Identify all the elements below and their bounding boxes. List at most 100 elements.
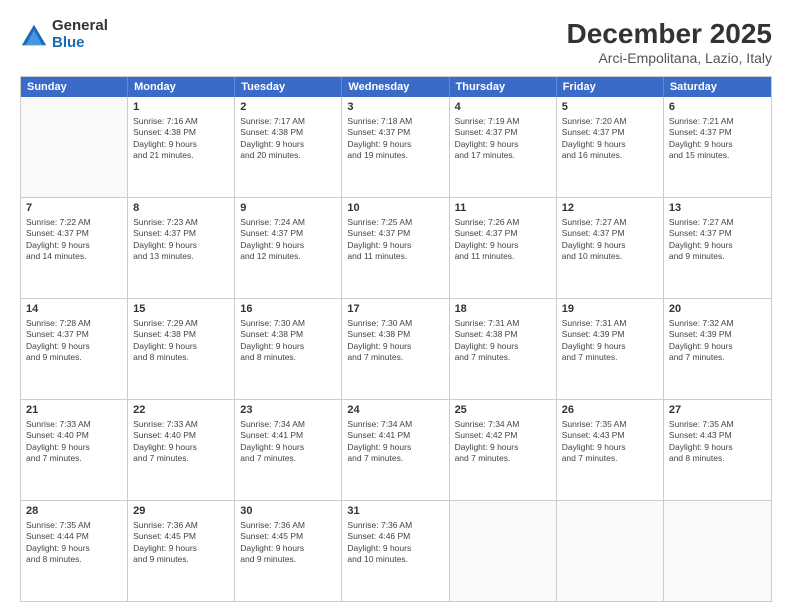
cell-info: Sunrise: 7:27 AM Sunset: 4:37 PM Dayligh… — [562, 217, 658, 263]
cell-info: Sunrise: 7:35 AM Sunset: 4:43 PM Dayligh… — [669, 419, 766, 465]
cell-info: Sunrise: 7:24 AM Sunset: 4:37 PM Dayligh… — [240, 217, 336, 263]
day-number: 2 — [240, 100, 336, 115]
day-number: 15 — [133, 302, 229, 317]
calendar-cell: 2Sunrise: 7:17 AM Sunset: 4:38 PM Daylig… — [235, 97, 342, 197]
day-number: 26 — [562, 403, 658, 418]
calendar-row: 1Sunrise: 7:16 AM Sunset: 4:38 PM Daylig… — [21, 97, 771, 198]
day-number: 10 — [347, 201, 443, 216]
day-number: 12 — [562, 201, 658, 216]
cell-info: Sunrise: 7:21 AM Sunset: 4:37 PM Dayligh… — [669, 116, 766, 162]
day-number: 19 — [562, 302, 658, 317]
calendar-cell: 28Sunrise: 7:35 AM Sunset: 4:44 PM Dayli… — [21, 501, 128, 601]
cell-info: Sunrise: 7:27 AM Sunset: 4:37 PM Dayligh… — [669, 217, 766, 263]
cell-info: Sunrise: 7:36 AM Sunset: 4:45 PM Dayligh… — [133, 520, 229, 566]
day-number: 4 — [455, 100, 551, 115]
day-number: 8 — [133, 201, 229, 216]
logo-text: General Blue — [52, 18, 108, 51]
cell-info: Sunrise: 7:33 AM Sunset: 4:40 PM Dayligh… — [133, 419, 229, 465]
calendar-cell: 20Sunrise: 7:32 AM Sunset: 4:39 PM Dayli… — [664, 299, 771, 399]
logo-icon — [20, 21, 48, 49]
calendar-cell: 9Sunrise: 7:24 AM Sunset: 4:37 PM Daylig… — [235, 198, 342, 298]
calendar-cell: 15Sunrise: 7:29 AM Sunset: 4:38 PM Dayli… — [128, 299, 235, 399]
calendar-cell: 11Sunrise: 7:26 AM Sunset: 4:37 PM Dayli… — [450, 198, 557, 298]
calendar-cell: 31Sunrise: 7:36 AM Sunset: 4:46 PM Dayli… — [342, 501, 449, 601]
cell-info: Sunrise: 7:26 AM Sunset: 4:37 PM Dayligh… — [455, 217, 551, 263]
logo-general: General — [52, 18, 108, 35]
calendar-cell: 25Sunrise: 7:34 AM Sunset: 4:42 PM Dayli… — [450, 400, 557, 500]
cell-info: Sunrise: 7:16 AM Sunset: 4:38 PM Dayligh… — [133, 116, 229, 162]
cell-info: Sunrise: 7:35 AM Sunset: 4:44 PM Dayligh… — [26, 520, 122, 566]
calendar-cell: 18Sunrise: 7:31 AM Sunset: 4:38 PM Dayli… — [450, 299, 557, 399]
cell-info: Sunrise: 7:36 AM Sunset: 4:46 PM Dayligh… — [347, 520, 443, 566]
calendar-body: 1Sunrise: 7:16 AM Sunset: 4:38 PM Daylig… — [21, 97, 771, 601]
calendar-row: 14Sunrise: 7:28 AM Sunset: 4:37 PM Dayli… — [21, 299, 771, 400]
cell-info: Sunrise: 7:25 AM Sunset: 4:37 PM Dayligh… — [347, 217, 443, 263]
calendar-header: SundayMondayTuesdayWednesdayThursdayFrid… — [21, 77, 771, 97]
day-number: 17 — [347, 302, 443, 317]
day-number: 14 — [26, 302, 122, 317]
calendar-cell: 26Sunrise: 7:35 AM Sunset: 4:43 PM Dayli… — [557, 400, 664, 500]
day-number: 7 — [26, 201, 122, 216]
day-number: 30 — [240, 504, 336, 519]
day-number: 11 — [455, 201, 551, 216]
day-number: 1 — [133, 100, 229, 115]
header-cell-thursday: Thursday — [450, 77, 557, 97]
calendar-cell: 19Sunrise: 7:31 AM Sunset: 4:39 PM Dayli… — [557, 299, 664, 399]
day-number: 20 — [669, 302, 766, 317]
cell-info: Sunrise: 7:31 AM Sunset: 4:39 PM Dayligh… — [562, 318, 658, 364]
cell-info: Sunrise: 7:36 AM Sunset: 4:45 PM Dayligh… — [240, 520, 336, 566]
cell-info: Sunrise: 7:31 AM Sunset: 4:38 PM Dayligh… — [455, 318, 551, 364]
day-number: 3 — [347, 100, 443, 115]
cell-info: Sunrise: 7:28 AM Sunset: 4:37 PM Dayligh… — [26, 318, 122, 364]
day-number: 5 — [562, 100, 658, 115]
title-block: December 2025 Arci-Empolitana, Lazio, It… — [567, 18, 772, 66]
location-title: Arci-Empolitana, Lazio, Italy — [567, 50, 772, 66]
header-cell-sunday: Sunday — [21, 77, 128, 97]
cell-info: Sunrise: 7:32 AM Sunset: 4:39 PM Dayligh… — [669, 318, 766, 364]
day-number: 21 — [26, 403, 122, 418]
calendar-cell: 24Sunrise: 7:34 AM Sunset: 4:41 PM Dayli… — [342, 400, 449, 500]
header-cell-friday: Friday — [557, 77, 664, 97]
day-number: 9 — [240, 201, 336, 216]
cell-info: Sunrise: 7:34 AM Sunset: 4:42 PM Dayligh… — [455, 419, 551, 465]
calendar-cell: 3Sunrise: 7:18 AM Sunset: 4:37 PM Daylig… — [342, 97, 449, 197]
cell-info: Sunrise: 7:29 AM Sunset: 4:38 PM Dayligh… — [133, 318, 229, 364]
calendar-cell: 6Sunrise: 7:21 AM Sunset: 4:37 PM Daylig… — [664, 97, 771, 197]
day-number: 23 — [240, 403, 336, 418]
cell-info: Sunrise: 7:34 AM Sunset: 4:41 PM Dayligh… — [347, 419, 443, 465]
day-number: 16 — [240, 302, 336, 317]
day-number: 28 — [26, 504, 122, 519]
calendar-cell: 16Sunrise: 7:30 AM Sunset: 4:38 PM Dayli… — [235, 299, 342, 399]
calendar-row: 28Sunrise: 7:35 AM Sunset: 4:44 PM Dayli… — [21, 501, 771, 601]
header-cell-saturday: Saturday — [664, 77, 771, 97]
logo-blue: Blue — [52, 35, 108, 52]
header: General Blue December 2025 Arci-Empolita… — [20, 18, 772, 66]
calendar-cell: 13Sunrise: 7:27 AM Sunset: 4:37 PM Dayli… — [664, 198, 771, 298]
calendar-cell: 10Sunrise: 7:25 AM Sunset: 4:37 PM Dayli… — [342, 198, 449, 298]
calendar-cell: 4Sunrise: 7:19 AM Sunset: 4:37 PM Daylig… — [450, 97, 557, 197]
calendar-cell — [664, 501, 771, 601]
calendar-cell: 12Sunrise: 7:27 AM Sunset: 4:37 PM Dayli… — [557, 198, 664, 298]
day-number: 29 — [133, 504, 229, 519]
calendar-cell — [557, 501, 664, 601]
day-number: 24 — [347, 403, 443, 418]
calendar-cell — [450, 501, 557, 601]
header-cell-monday: Monday — [128, 77, 235, 97]
cell-info: Sunrise: 7:22 AM Sunset: 4:37 PM Dayligh… — [26, 217, 122, 263]
calendar-cell: 23Sunrise: 7:34 AM Sunset: 4:41 PM Dayli… — [235, 400, 342, 500]
cell-info: Sunrise: 7:20 AM Sunset: 4:37 PM Dayligh… — [562, 116, 658, 162]
calendar-cell: 17Sunrise: 7:30 AM Sunset: 4:38 PM Dayli… — [342, 299, 449, 399]
calendar-cell: 5Sunrise: 7:20 AM Sunset: 4:37 PM Daylig… — [557, 97, 664, 197]
header-cell-tuesday: Tuesday — [235, 77, 342, 97]
cell-info: Sunrise: 7:35 AM Sunset: 4:43 PM Dayligh… — [562, 419, 658, 465]
calendar-cell: 29Sunrise: 7:36 AM Sunset: 4:45 PM Dayli… — [128, 501, 235, 601]
cell-info: Sunrise: 7:34 AM Sunset: 4:41 PM Dayligh… — [240, 419, 336, 465]
logo: General Blue — [20, 18, 108, 51]
cell-info: Sunrise: 7:33 AM Sunset: 4:40 PM Dayligh… — [26, 419, 122, 465]
cell-info: Sunrise: 7:30 AM Sunset: 4:38 PM Dayligh… — [347, 318, 443, 364]
calendar-cell: 22Sunrise: 7:33 AM Sunset: 4:40 PM Dayli… — [128, 400, 235, 500]
day-number: 31 — [347, 504, 443, 519]
day-number: 18 — [455, 302, 551, 317]
day-number: 25 — [455, 403, 551, 418]
cell-info: Sunrise: 7:30 AM Sunset: 4:38 PM Dayligh… — [240, 318, 336, 364]
